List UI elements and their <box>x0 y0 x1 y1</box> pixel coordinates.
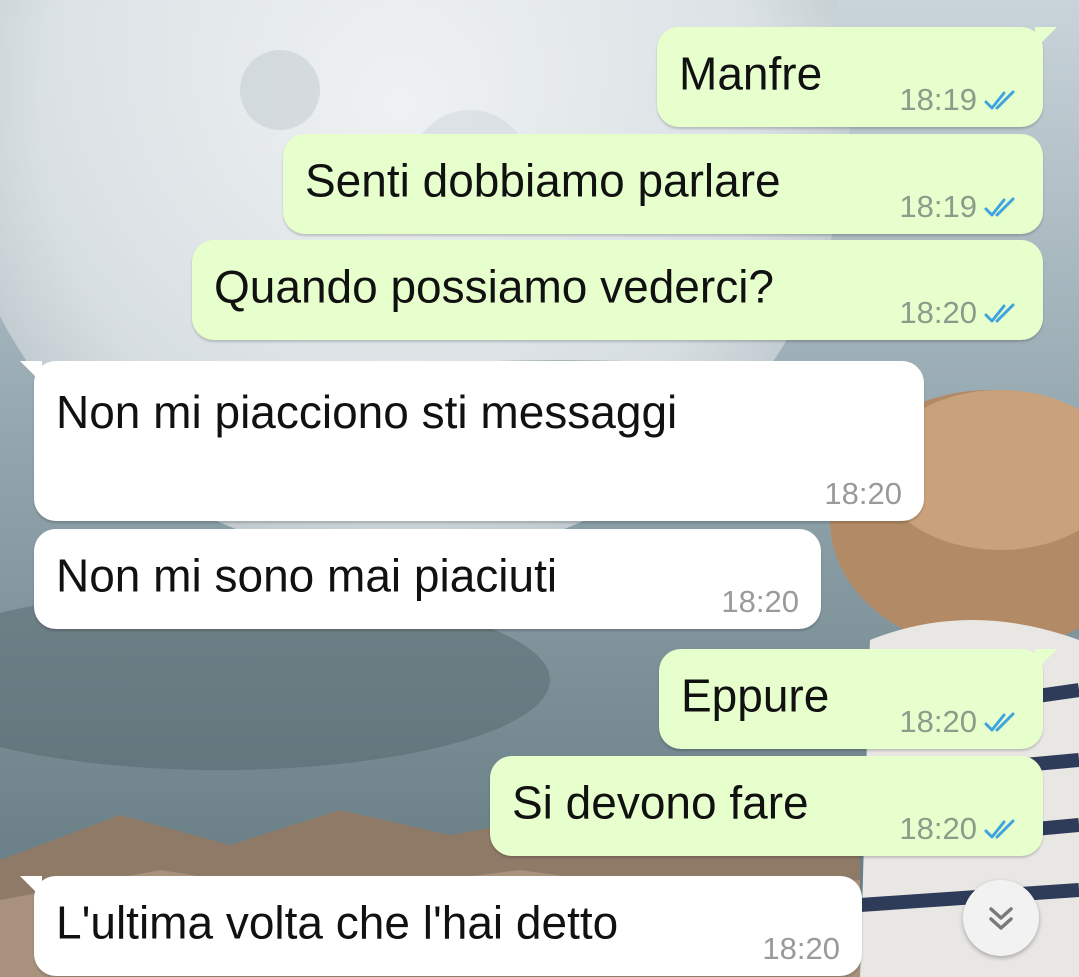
message-text: Non mi sono mai piaciuti <box>56 549 558 602</box>
message-text: Eppure <box>681 669 830 722</box>
message-meta: 18:20 <box>899 813 1021 844</box>
message-time: 18:19 <box>899 82 977 117</box>
message-time: 18:20 <box>899 295 977 330</box>
bubble-tail <box>20 361 42 383</box>
message-bubble-incoming[interactable]: Non mi sono mai piaciuti 18:20 <box>34 529 821 629</box>
message-bubble-incoming[interactable]: Non mi piacciono sti messaggi 18:20 <box>20 361 924 521</box>
message-meta: 18:19 <box>899 191 1021 222</box>
message-text: L'ultima volta che l'hai detto <box>56 896 619 949</box>
message-time: 18:20 <box>721 584 799 619</box>
double-chevron-down-icon <box>989 907 1013 930</box>
message-meta: 18:20 <box>824 478 902 509</box>
message-time: 18:20 <box>824 476 902 511</box>
message-text: Quando possiamo vederci? <box>214 260 774 313</box>
message-meta: 18:20 <box>721 586 799 617</box>
message-time: 18:20 <box>899 704 977 739</box>
bubble-tail <box>20 876 42 898</box>
double-check-icon <box>984 90 1015 109</box>
message-time: 18:20 <box>762 931 840 966</box>
message-bubble-outgoing[interactable]: Eppure 18:20 <box>659 649 1057 749</box>
bubble-tail <box>1035 27 1057 49</box>
double-check-icon <box>984 197 1015 216</box>
message-meta: 18:20 <box>762 933 840 964</box>
scroll-to-bottom-button[interactable] <box>963 880 1039 956</box>
message-meta: 18:19 <box>899 84 1021 115</box>
message-bubble-outgoing[interactable]: Quando possiamo vederci? 18:20 <box>192 240 1043 340</box>
message-meta: 18:20 <box>899 706 1021 737</box>
message-text: Si devono fare <box>512 776 809 829</box>
message-bubble-outgoing[interactable]: Si devono fare 18:20 <box>490 756 1043 856</box>
message-bubble-outgoing[interactable]: Senti dobbiamo parlare 18:19 <box>283 134 1043 234</box>
message-time: 18:20 <box>899 811 977 846</box>
message-bubble-outgoing[interactable]: Manfre 18:19 <box>657 27 1057 127</box>
double-check-icon <box>984 303 1015 322</box>
message-text: Non mi piacciono sti messaggi <box>56 386 678 438</box>
message-text: Manfre <box>679 47 823 100</box>
double-check-icon <box>984 819 1015 838</box>
message-time: 18:19 <box>899 189 977 224</box>
message-bubble-incoming[interactable]: L'ultima volta che l'hai detto 18:20 <box>20 876 862 976</box>
double-check-icon <box>984 712 1015 731</box>
message-text: Senti dobbiamo parlare <box>305 154 781 207</box>
message-meta: 18:20 <box>899 297 1021 328</box>
bubble-tail <box>1035 649 1057 671</box>
